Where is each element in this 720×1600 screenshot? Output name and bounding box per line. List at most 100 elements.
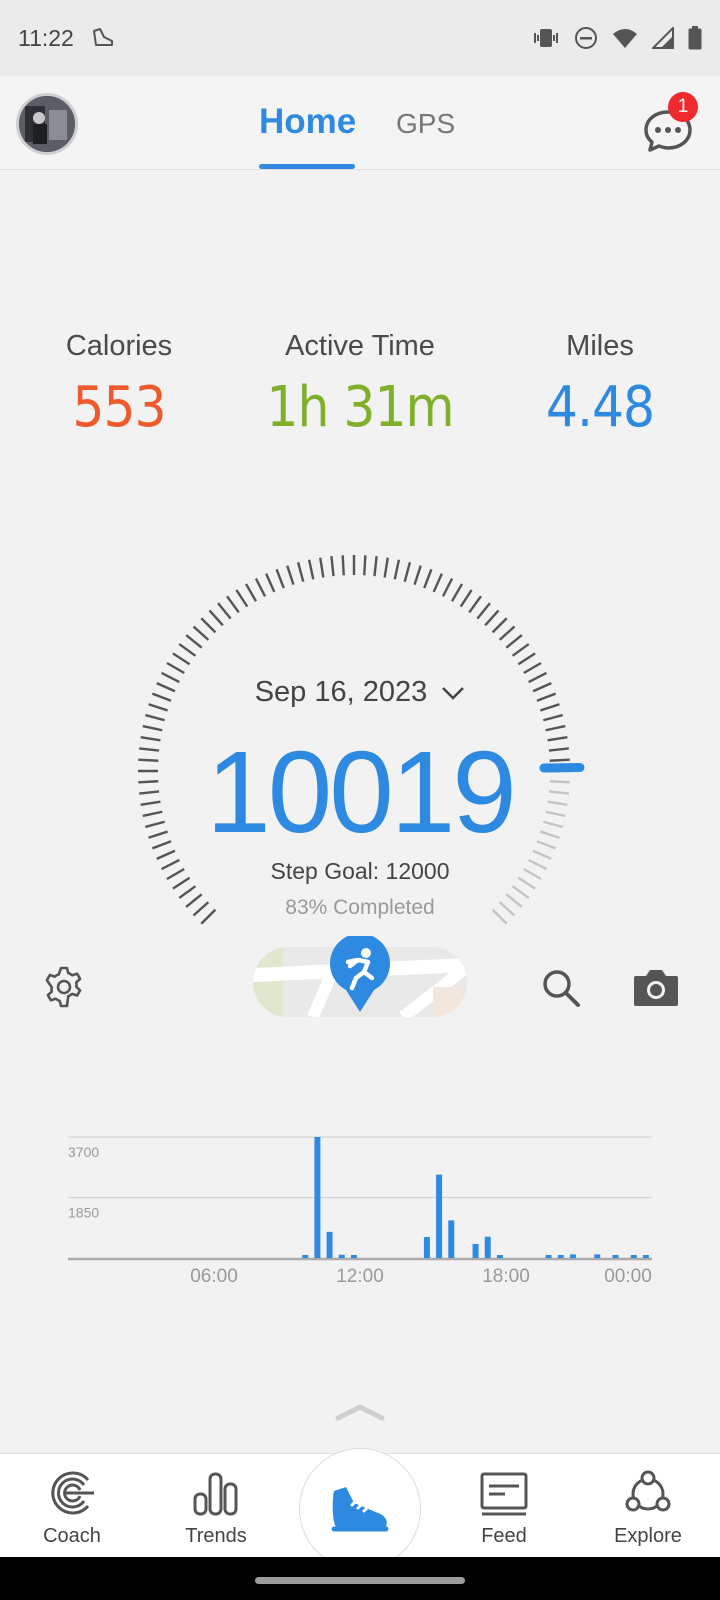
running-pin-icon[interactable] <box>328 936 392 1014</box>
chart-x-tick-label: 06:00 <box>190 1266 238 1287</box>
dial-tick <box>166 661 185 675</box>
chart-bar <box>423 1237 430 1258</box>
shoe-icon <box>331 1487 389 1532</box>
coach-icon <box>51 1471 94 1515</box>
dial-tick <box>459 589 473 608</box>
chart-bar <box>326 1231 333 1258</box>
dial-tick <box>468 595 482 614</box>
hourly-steps-chart: 3700 1850 06:00 12:00 18:00 00:00 <box>68 1136 652 1287</box>
chart-bar <box>630 1255 637 1258</box>
date-selector[interactable]: Sep 16, 2023 <box>0 676 720 709</box>
settings-gear-icon[interactable] <box>42 965 86 1009</box>
status-bar: 11:22 <box>0 0 720 76</box>
dial-tick <box>543 713 563 722</box>
dial-tick <box>432 573 443 593</box>
calories-label: Calories <box>65 330 173 362</box>
avatar-photo <box>19 96 75 152</box>
chart-bar <box>448 1220 455 1258</box>
dial-tick <box>491 617 508 634</box>
nav-label-explore: Explore <box>614 1525 682 1547</box>
nav-item-trends[interactable]: Trends <box>161 1470 271 1548</box>
dial-tick <box>178 643 197 657</box>
dial-tick <box>265 573 276 593</box>
chart-bar <box>557 1255 564 1258</box>
chart-bar <box>350 1255 357 1258</box>
dial-tick <box>476 602 491 620</box>
nav-label-coach: Coach <box>43 1525 101 1547</box>
dial-tick <box>235 589 249 608</box>
miles-label: Miles <box>566 330 634 362</box>
chart-bar <box>545 1255 552 1258</box>
tab-gps[interactable]: GPS <box>396 108 455 140</box>
shoe-notification-icon <box>92 28 113 46</box>
chart-y-tick-label: 3700 <box>68 1144 99 1160</box>
do-not-disturb-icon <box>575 27 597 49</box>
home-gesture-handle[interactable] <box>255 1577 465 1584</box>
chart-bar <box>612 1255 619 1258</box>
calories-stat: Calories 553 <box>9 330 229 440</box>
active-tab-indicator <box>259 164 355 169</box>
dial-tick <box>286 565 295 585</box>
tab-home[interactable]: Home <box>259 102 356 142</box>
chart-x-tick-label: 12:00 <box>336 1266 384 1287</box>
dial-tick <box>145 713 165 722</box>
nav-item-explore[interactable]: Explore <box>593 1470 703 1548</box>
status-time: 11:22 <box>18 24 74 51</box>
chart-bar <box>302 1255 309 1258</box>
selected-date: Sep 16, 2023 <box>254 676 428 708</box>
wifi-icon <box>613 29 637 48</box>
completion-percent: 83% Completed <box>285 896 435 919</box>
chart-bar <box>642 1255 649 1258</box>
dial-tick <box>484 609 500 627</box>
nav-label-trends: Trends <box>185 1525 247 1547</box>
dial-tick <box>523 661 542 675</box>
nav-item-coach[interactable]: Coach <box>17 1470 127 1548</box>
dial-tick <box>330 556 335 577</box>
active-time-label: Active Time <box>285 330 435 362</box>
dial-tick <box>413 565 422 585</box>
battery-icon <box>688 26 702 50</box>
chart-y-tick-label: 1850 <box>68 1205 99 1221</box>
chart-x-tick-label: 18:00 <box>482 1266 530 1287</box>
dial-tick <box>423 568 433 589</box>
dial-tick <box>208 609 224 627</box>
dial-tick <box>393 559 401 580</box>
dial-tick <box>450 583 464 602</box>
chart-bar <box>436 1174 443 1258</box>
center-shoe-button[interactable] <box>299 1448 421 1570</box>
cell-signal-icon <box>652 27 674 49</box>
chevron-up-icon[interactable] <box>335 1403 385 1421</box>
explore-icon <box>625 1470 671 1512</box>
chart-bar <box>472 1243 479 1258</box>
dial-tick <box>185 634 203 649</box>
dial-tick <box>441 577 454 597</box>
search-icon[interactable] <box>540 967 582 1009</box>
chart-x-tick-label: 00:00 <box>604 1266 652 1287</box>
dial-tick <box>226 595 240 614</box>
dial-tick <box>296 562 305 582</box>
camera-icon[interactable] <box>632 966 680 1008</box>
dial-tick <box>254 577 267 597</box>
dial-tick <box>217 602 232 620</box>
calories-value: 553 <box>72 375 166 440</box>
dial-tick <box>517 652 536 666</box>
dial-tick <box>498 625 516 641</box>
chart-bar <box>594 1254 601 1258</box>
nav-item-feed[interactable]: Feed <box>449 1470 559 1548</box>
miles-value: 4.48 <box>545 375 655 440</box>
dial-tick <box>505 634 523 649</box>
dial-tick <box>192 625 210 641</box>
avatar[interactable] <box>16 93 78 155</box>
miles-stat: Miles 4.48 <box>490 330 710 440</box>
nav-label-feed: Feed <box>481 1525 527 1547</box>
dial-tick <box>403 562 412 582</box>
dial-tick <box>363 555 367 576</box>
dial-tick <box>373 556 378 577</box>
chart-bar <box>484 1236 491 1258</box>
dial-tick <box>200 617 217 634</box>
dial-tick <box>307 559 315 580</box>
vibrate-icon <box>534 29 558 47</box>
step-goal: Step Goal: 12000 <box>270 858 450 884</box>
dial-tick <box>319 557 325 578</box>
trends-icon <box>193 1472 238 1516</box>
